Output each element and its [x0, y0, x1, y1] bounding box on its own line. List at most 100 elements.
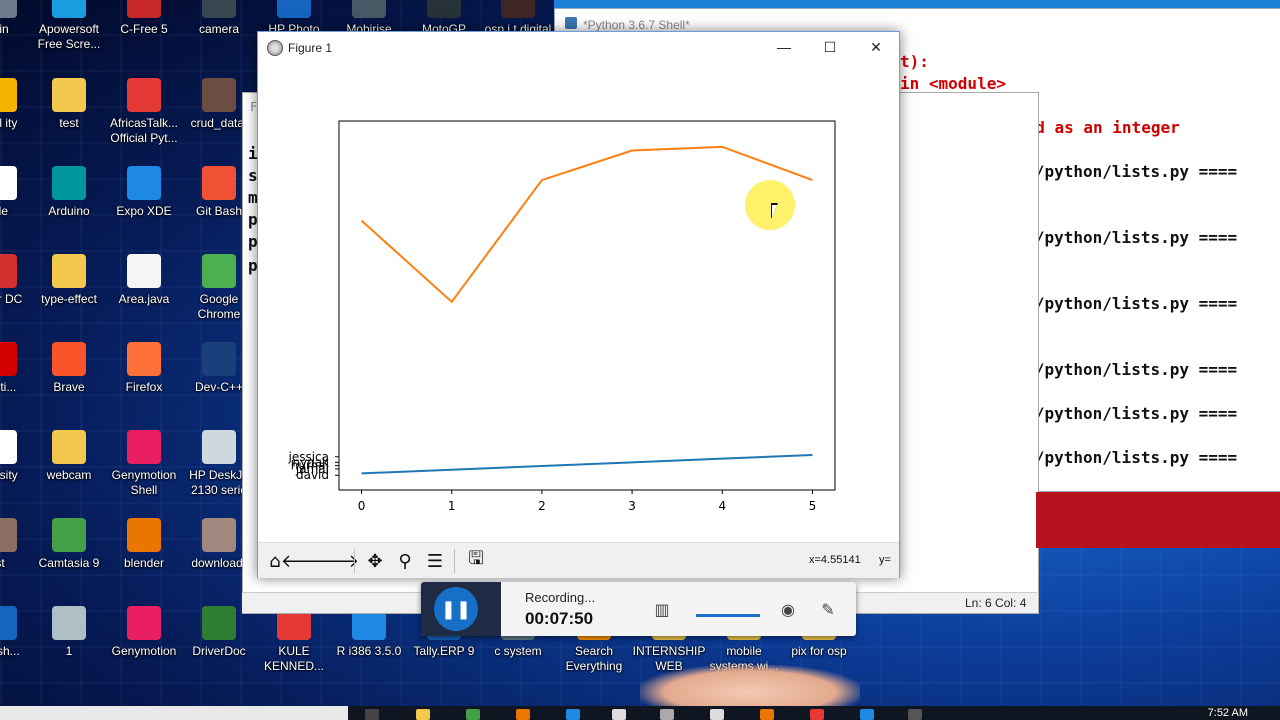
app-icon — [52, 342, 86, 376]
app-icon — [202, 0, 236, 18]
mouse-pointer-fill — [772, 205, 777, 217]
desktop-icon-label: Arduino — [48, 204, 90, 218]
app-icon — [0, 606, 17, 640]
figure-title: Figure 1 — [288, 41, 333, 55]
desktop-icon[interactable]: blender — [106, 518, 182, 571]
desktop-icon-label: Tally.ERP 9 — [413, 644, 475, 658]
desktop-icon[interactable]: type-effect — [31, 254, 107, 307]
desktop-icon-label: Search Everything — [565, 644, 623, 673]
app-icon[interactable] — [466, 709, 480, 720]
maximize-button[interactable]: ☐ — [807, 32, 853, 62]
toolbar-separator — [354, 549, 355, 573]
desktop-icon[interactable]: C-Free 5 — [106, 0, 182, 37]
desktop-icon[interactable]: Arduino — [31, 166, 107, 219]
zoom-icon[interactable]: ⚲ — [392, 548, 418, 574]
desktop-icon[interactable]: 1 — [31, 606, 107, 659]
desktop-icon[interactable]: Expo XDE — [106, 166, 182, 219]
explorer-icon[interactable] — [416, 709, 430, 720]
app-icon — [52, 518, 86, 552]
app-icon — [52, 606, 86, 640]
desktop-icon-label: Genymotion Shell — [111, 468, 177, 497]
app-icon — [52, 78, 86, 112]
pan-icon[interactable]: ✥ — [362, 548, 388, 574]
x-tick-label: 0 — [358, 499, 366, 513]
app-icon[interactable] — [810, 709, 824, 720]
pen-icon[interactable]: ✎ — [815, 596, 841, 622]
figure-window[interactable]: Figure 1 — ☐ ✕ 0 1 2 3 4 5 jessica nynak hurhal j… — [257, 31, 900, 578]
app-icon — [127, 166, 161, 200]
app-icon — [202, 606, 236, 640]
shell-title-strip — [554, 0, 1280, 8]
shell-output-line: in <module> — [900, 74, 1006, 93]
app-icon — [202, 342, 236, 376]
recorder-bar: ❚❚ Recording... 00:07:50 ▥ ◉ ✎ — [421, 582, 856, 636]
webcam-icon[interactable]: ◉ — [775, 596, 801, 622]
desktop-icon-label: Brave — [53, 380, 85, 394]
red-panel — [1036, 492, 1280, 548]
coords-x: x=4.55141 — [809, 554, 861, 566]
desktop-icon[interactable]: Genymotion Shell — [106, 430, 182, 498]
desktop-icon[interactable]: webcam — [31, 430, 107, 483]
cursor-position: Ln: 6 Col: 4 — [965, 596, 1027, 610]
app-icon[interactable] — [516, 709, 530, 720]
task-view-icon[interactable] — [365, 709, 379, 720]
app-icon[interactable] — [710, 709, 724, 720]
taskbar-clock: 7:52 AM — [1207, 707, 1248, 719]
volume-slider[interactable] — [696, 614, 760, 617]
desktop-icon[interactable]: camera — [181, 0, 257, 37]
app-icon[interactable] — [860, 709, 874, 720]
app-icon — [127, 606, 161, 640]
pause-button[interactable]: ❚❚ — [434, 587, 478, 631]
x-tick-label: 5 — [809, 499, 817, 513]
desktop-icon[interactable]: Brave — [31, 342, 107, 395]
x-tick-label: 3 — [628, 499, 636, 513]
desktop-icon[interactable]: Camtasia 9 — [31, 518, 107, 571]
app-icon — [202, 430, 236, 464]
app-icon — [127, 342, 161, 376]
desktop-icon[interactable]: Genymotion — [106, 606, 182, 659]
forward-icon[interactable]: 🡒 — [311, 548, 359, 574]
x-tick-label: 2 — [538, 499, 546, 513]
app-icon — [0, 78, 17, 112]
app-icon[interactable] — [566, 709, 580, 720]
app-icon — [352, 0, 386, 18]
figure-canvas[interactable]: 0 1 2 3 4 5 jessica nynak hurhal jamal david — [258, 62, 899, 572]
desktop-icon-label: AfricasTalk... Official Pyt... — [109, 116, 178, 145]
desktop-icon-label: camera — [198, 22, 239, 36]
configure-icon[interactable]: ☰ — [422, 548, 448, 574]
python-icon — [565, 17, 577, 29]
app-icon[interactable] — [660, 709, 674, 720]
desktop-icon-label: Apowersoft Free Scre... — [37, 22, 101, 51]
app-icon — [127, 518, 161, 552]
taskbar-search[interactable] — [0, 706, 348, 720]
shell-title: *Python 3.6.7 Shell* — [583, 18, 690, 32]
desktop-icon[interactable]: AfricasTalk... Official Pyt... — [106, 78, 182, 146]
figure-titlebar[interactable]: Figure 1 — ☐ ✕ — [258, 32, 899, 62]
app-icon — [202, 518, 236, 552]
app-icon — [202, 166, 236, 200]
desktop-icon[interactable]: Area.java — [106, 254, 182, 307]
coords-y: y= — [879, 554, 891, 566]
desktop-icon[interactable]: KULE KENNED... — [256, 606, 332, 674]
desktop-icon[interactable]: test — [31, 78, 107, 131]
recording-time: 00:07:50 — [525, 609, 594, 628]
desktop-icon-label: c system — [494, 644, 542, 658]
desktop-icon-label: Camtasia 9 — [38, 556, 100, 570]
desktop-icon-label: Expo XDE — [116, 204, 172, 218]
desktop-icon[interactable]: Firefox — [106, 342, 182, 395]
navigation-toolbar: ⌂ 🡐 🡒 ✥ ⚲ ☰ 🖫 x=4.55141 y= — [258, 542, 899, 578]
desktop-icon[interactable]: Apowersoft Free Scre... — [31, 0, 107, 52]
save-icon[interactable]: 🖫 — [463, 548, 489, 574]
app-icon[interactable] — [612, 709, 626, 720]
app-icon — [0, 166, 17, 200]
app-icon[interactable] — [908, 709, 922, 720]
cursor-highlight — [745, 180, 795, 230]
y-tick-label: david — [296, 468, 329, 482]
minimize-button[interactable]: — — [761, 32, 807, 62]
app-icon — [0, 254, 17, 288]
app-icon — [52, 254, 86, 288]
desktop-icon-label: DriverDoc — [192, 644, 246, 658]
close-button[interactable]: ✕ — [853, 32, 899, 62]
app-icon[interactable] — [760, 709, 774, 720]
desktop-icon-label: webcam — [46, 468, 92, 482]
